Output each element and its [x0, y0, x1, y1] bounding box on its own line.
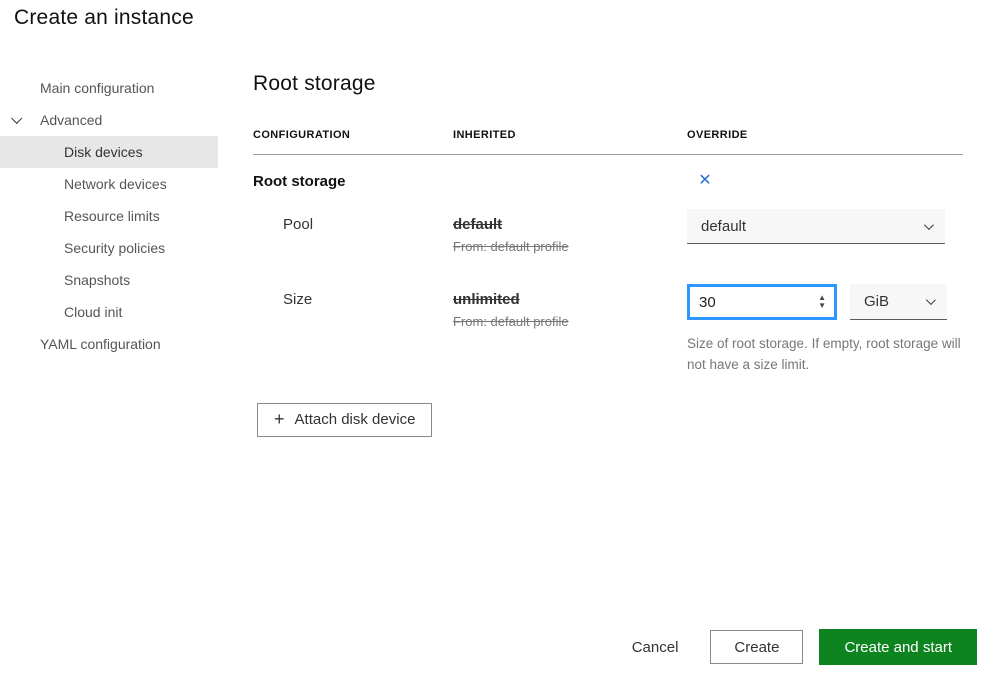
size-inherited-cell: unlimited From: default profile: [453, 284, 687, 376]
size-label: Size: [253, 284, 453, 376]
chevron-down-icon: [11, 113, 22, 124]
sidebar-item-cloud-init[interactable]: Cloud init: [0, 296, 218, 328]
section-heading: Root storage: [253, 72, 963, 96]
sidebar-item-security-policies[interactable]: Security policies: [0, 232, 218, 264]
create-instance-page: Create an instance Main configuration Ad…: [0, 0, 991, 681]
form-navigation-sidebar: Main configuration Advanced Disk devices…: [0, 72, 218, 360]
attach-button-label: Attach disk device: [295, 411, 416, 428]
plus-icon: +: [274, 409, 285, 430]
sidebar-item-network-devices[interactable]: Network devices: [0, 168, 218, 200]
pool-select-value: default: [701, 218, 746, 235]
page-title: Create an instance: [14, 6, 194, 30]
table-row-size: Size unlimited From: default profile 30 …: [253, 284, 963, 376]
pool-select[interactable]: default: [687, 209, 945, 244]
pool-label: Pool: [253, 209, 453, 254]
size-inherited-value: unlimited: [453, 284, 687, 308]
pool-inherited-cell: default From: default profile: [453, 209, 687, 254]
sidebar-item-resource-limits[interactable]: Resource limits: [0, 200, 218, 232]
size-input[interactable]: 30 ▲▼: [687, 284, 837, 320]
modal-footer: Cancel Create Create and start: [620, 629, 977, 665]
sidebar-item-label: Main configuration: [40, 80, 154, 96]
sidebar-item-snapshots[interactable]: Snapshots: [0, 264, 218, 296]
pool-inherited-source: From: default profile: [453, 239, 687, 254]
size-input-value: 30: [699, 294, 716, 311]
table-row-pool: Pool default From: default profile defau…: [253, 209, 963, 254]
sidebar-item-label: Resource limits: [64, 208, 160, 224]
sidebar-item-label: Snapshots: [64, 272, 130, 288]
sidebar-item-label: Advanced: [40, 112, 102, 128]
column-configuration: CONFIGURATION: [253, 129, 453, 141]
sidebar-item-label: Disk devices: [64, 144, 143, 160]
sidebar-item-label: YAML configuration: [40, 336, 161, 352]
root-storage-panel: Root storage CONFIGURATION INHERITED OVE…: [253, 72, 963, 437]
root-storage-row-label: Root storage: [253, 173, 453, 190]
size-help-text: Size of root storage. If empty, root sto…: [687, 334, 972, 376]
config-table-header: CONFIGURATION INHERITED OVERRIDE: [253, 129, 963, 155]
table-row-root-storage: Root storage ✕: [253, 172, 963, 190]
sidebar-item-label: Cloud init: [64, 304, 122, 320]
sidebar-item-advanced[interactable]: Advanced: [0, 104, 218, 136]
cancel-button[interactable]: Cancel: [620, 631, 691, 664]
clear-override-icon[interactable]: ✕: [695, 172, 715, 190]
column-override: OVERRIDE: [687, 129, 963, 141]
create-button[interactable]: Create: [710, 630, 803, 664]
sidebar-item-label: Security policies: [64, 240, 165, 256]
size-inherited-source: From: default profile: [453, 314, 687, 329]
column-inherited: INHERITED: [453, 129, 687, 141]
sidebar-item-main-configuration[interactable]: Main configuration: [0, 72, 218, 104]
sidebar-item-label: Network devices: [64, 176, 167, 192]
size-unit-select[interactable]: GiB: [850, 284, 947, 320]
create-and-start-button[interactable]: Create and start: [819, 629, 977, 665]
sidebar-item-disk-devices[interactable]: Disk devices: [0, 136, 218, 168]
chevron-down-icon: [926, 295, 936, 305]
step-down-icon[interactable]: ▼: [818, 302, 826, 310]
attach-disk-device-button[interactable]: + Attach disk device: [257, 403, 432, 437]
sidebar-item-yaml-configuration[interactable]: YAML configuration: [0, 328, 218, 360]
number-stepper[interactable]: ▲▼: [818, 294, 826, 310]
pool-inherited-value: default: [453, 209, 687, 233]
size-unit-value: GiB: [864, 293, 889, 310]
chevron-down-icon: [924, 220, 934, 230]
